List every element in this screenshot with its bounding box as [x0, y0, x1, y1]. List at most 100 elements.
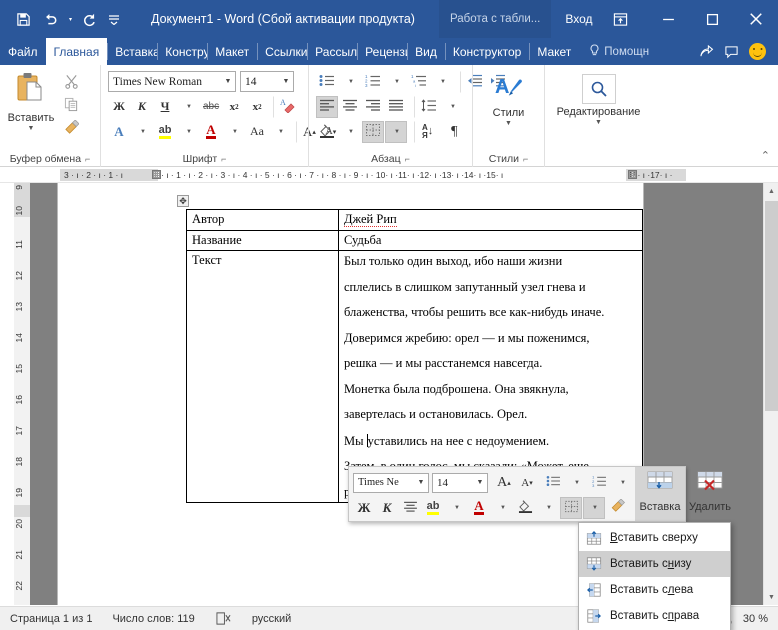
comments-icon[interactable]	[724, 45, 739, 59]
chevron-down-icon[interactable]: ▼	[279, 78, 293, 85]
tab-view[interactable]: Вид	[407, 38, 445, 65]
align-left-button[interactable]	[316, 95, 338, 118]
align-right-button[interactable]	[362, 96, 384, 118]
tab-table-layout[interactable]: Макет	[529, 38, 579, 65]
mini-font-size-combo[interactable]: 14 ▼	[432, 472, 488, 493]
table-row[interactable]: Название Судьба	[186, 229, 643, 251]
close-icon[interactable]	[734, 0, 778, 38]
vertical-scrollbar[interactable]: ▲ ▼	[763, 183, 778, 605]
tab-design[interactable]: Констру	[157, 38, 207, 65]
subscript-button[interactable]: x2	[223, 96, 245, 118]
tell-me-box[interactable]: Помощн	[579, 38, 649, 65]
borders-button[interactable]	[362, 120, 384, 143]
tab-insert[interactable]: Вставка	[107, 38, 157, 65]
mini-numbering-button[interactable]: 123	[588, 472, 610, 494]
show-formatting-marks-button[interactable]: ¶	[443, 121, 465, 143]
paste-button[interactable]: Вставить ▼	[4, 70, 58, 133]
mini-shrink-font-button[interactable]: A ▾	[516, 472, 538, 494]
caret-down-icon[interactable]: ▾	[66, 6, 75, 32]
mini-highlight-button[interactable]: ab	[422, 497, 444, 519]
tab-references[interactable]: Ссылки	[257, 38, 307, 65]
clear-formatting-button[interactable]: A	[273, 95, 298, 118]
table-cell-label[interactable]: Название	[186, 229, 339, 251]
table-cell-label[interactable]: Автор	[186, 209, 339, 231]
save-icon[interactable]	[10, 6, 36, 32]
shading-dropdown[interactable]: ▼	[339, 121, 361, 143]
table-row[interactable]: Текст Был только один выход, ибо наши жи…	[186, 250, 643, 503]
change-case-button[interactable]: Aa	[246, 121, 268, 143]
chevron-down-icon[interactable]: ▼	[473, 479, 487, 486]
shading-button[interactable]	[316, 121, 338, 143]
font-color-dropdown[interactable]: ▼	[223, 121, 245, 143]
font-color-button[interactable]: A	[200, 121, 222, 143]
word-count[interactable]: Число слов: 119	[102, 613, 204, 625]
mini-format-painter-button[interactable]	[606, 497, 628, 519]
mini-bullets-button[interactable]	[542, 472, 564, 494]
chevron-down-icon[interactable]: ▼	[595, 119, 602, 127]
mini-shading-dropdown[interactable]: ▼	[537, 497, 559, 519]
chevron-down-icon[interactable]: ▼	[28, 125, 35, 133]
italic-button[interactable]: К	[131, 96, 153, 118]
tab-layout[interactable]: Макет	[207, 38, 257, 65]
smiley-face-icon[interactable]	[749, 43, 766, 60]
chevron-down-icon[interactable]: ▼	[414, 479, 428, 486]
delete-rows-button[interactable]: Удалить	[685, 467, 735, 521]
undo-icon[interactable]	[38, 6, 64, 32]
dialog-launcher-font[interactable]: ⌐	[221, 154, 226, 164]
table-move-handle-icon[interactable]: ✥	[177, 195, 189, 207]
maximize-icon[interactable]	[690, 0, 734, 38]
mini-font-color-dropdown[interactable]: ▼	[491, 497, 513, 519]
mini-bold-button[interactable]: Ж	[353, 497, 375, 519]
table-cell-text-body[interactable]: Был только один выход, ибо наши жизни сп…	[338, 250, 643, 503]
borders-dropdown[interactable]: ▼	[385, 120, 407, 143]
table-row[interactable]: Автор Джей Рип	[186, 209, 643, 231]
mini-grow-font-button[interactable]: A ▴	[493, 472, 515, 494]
insert-rows-button[interactable]: Вставка	[635, 467, 685, 521]
share-icon[interactable]	[699, 44, 714, 59]
tab-table-design[interactable]: Конструктор	[444, 38, 529, 65]
document-table[interactable]: Автор Джей Рип Название Судьба Текст Был…	[186, 209, 643, 503]
numbering-button[interactable]: 123	[362, 71, 384, 93]
scrollbar-thumb[interactable]	[765, 201, 778, 411]
mini-bullets-dropdown[interactable]: ▼	[565, 472, 587, 494]
zoom-level[interactable]: 30 %	[739, 613, 778, 625]
proofing-errors-icon[interactable]	[205, 611, 242, 626]
scroll-down-icon[interactable]: ▼	[764, 589, 778, 605]
minimize-icon[interactable]	[646, 0, 690, 38]
menu-item-insert-below[interactable]: Вставить снизу	[579, 551, 730, 577]
bullets-button[interactable]	[316, 71, 338, 93]
tab-home[interactable]: Главная	[45, 38, 108, 65]
document-page[interactable]: ✥ Автор Джей Рип Название Судьба Текст Б…	[58, 183, 643, 605]
bold-button[interactable]: Ж	[108, 96, 130, 118]
strikethrough-button[interactable]: abc	[200, 96, 222, 118]
ruler-indent-marker-right[interactable]	[628, 170, 637, 179]
sign-in-button[interactable]: Вход	[565, 12, 592, 26]
menu-item-insert-right[interactable]: Вставить справа	[579, 603, 730, 629]
underline-dropdown[interactable]: ▼	[177, 96, 199, 118]
vertical-ruler[interactable]: 9 10 11 12 13 14 15 16 17 18 19 20 21 22	[14, 183, 30, 605]
mini-font-color-button[interactable]: A	[468, 497, 490, 519]
tab-mailings[interactable]: Рассыл	[307, 38, 357, 65]
align-center-button[interactable]	[339, 96, 361, 118]
ribbon-display-options-icon[interactable]	[594, 0, 646, 38]
dialog-launcher-clipboard[interactable]: ⌐	[85, 154, 90, 164]
customize-qat-icon[interactable]	[105, 6, 123, 32]
line-spacing-button[interactable]	[414, 95, 440, 118]
copy-button[interactable]	[60, 97, 82, 117]
tab-review[interactable]: Рецензи	[357, 38, 407, 65]
bullets-dropdown[interactable]: ▼	[339, 71, 361, 93]
mini-align-button[interactable]	[399, 497, 421, 519]
text-highlight-dropdown[interactable]: ▼	[177, 121, 199, 143]
justify-button[interactable]	[385, 96, 407, 118]
table-cell-value[interactable]: Судьба	[338, 229, 643, 251]
mini-borders-dropdown[interactable]: ▼	[583, 496, 605, 519]
table-cell-value[interactable]: Джей Рип	[338, 209, 643, 231]
multilevel-list-button[interactable]: 1ai	[408, 71, 430, 93]
chevron-up-icon[interactable]: ⌃	[761, 149, 770, 162]
editing-button[interactable]: Редактирование ▼	[557, 70, 640, 127]
menu-item-insert-above[interactable]: Вставить сверху	[579, 525, 730, 551]
text-highlight-button[interactable]: ab	[154, 121, 176, 143]
styles-button[interactable]: A Стили ▼	[480, 70, 538, 128]
dialog-launcher-paragraph[interactable]: ⌐	[405, 154, 410, 164]
horizontal-ruler[interactable]: 3 · ı · 2 · ı · 1 · ı · ı · 1 · ı · 2 · …	[0, 167, 778, 183]
